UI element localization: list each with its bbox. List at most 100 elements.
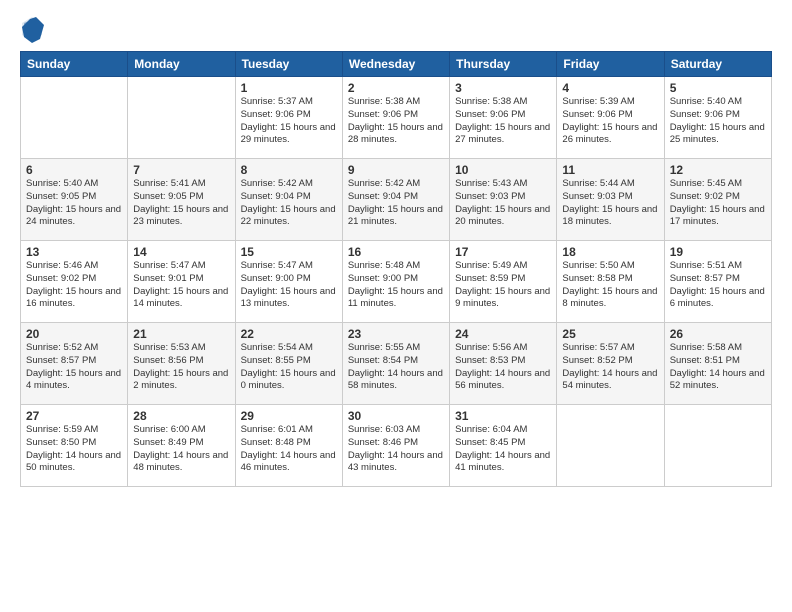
day-number: 6 (26, 163, 122, 177)
day-number: 11 (562, 163, 658, 177)
day-number: 8 (241, 163, 337, 177)
calendar-day-cell: 28Sunrise: 6:00 AM Sunset: 8:49 PM Dayli… (128, 405, 235, 487)
day-number: 3 (455, 81, 551, 95)
day-detail: Sunrise: 5:55 AM Sunset: 8:54 PM Dayligh… (348, 342, 444, 393)
calendar-day-cell: 18Sunrise: 5:50 AM Sunset: 8:58 PM Dayli… (557, 241, 664, 323)
day-number: 5 (670, 81, 766, 95)
header (20, 15, 772, 43)
day-detail: Sunrise: 5:43 AM Sunset: 9:03 PM Dayligh… (455, 178, 551, 229)
calendar-week-row: 27Sunrise: 5:59 AM Sunset: 8:50 PM Dayli… (21, 405, 772, 487)
day-detail: Sunrise: 5:57 AM Sunset: 8:52 PM Dayligh… (562, 342, 658, 393)
day-detail: Sunrise: 6:04 AM Sunset: 8:45 PM Dayligh… (455, 424, 551, 475)
calendar: SundayMondayTuesdayWednesdayThursdayFrid… (20, 51, 772, 487)
calendar-header-row: SundayMondayTuesdayWednesdayThursdayFrid… (21, 52, 772, 77)
day-number: 20 (26, 327, 122, 341)
day-detail: Sunrise: 5:49 AM Sunset: 8:59 PM Dayligh… (455, 260, 551, 311)
calendar-day-cell: 30Sunrise: 6:03 AM Sunset: 8:46 PM Dayli… (342, 405, 449, 487)
day-detail: Sunrise: 6:00 AM Sunset: 8:49 PM Dayligh… (133, 424, 229, 475)
day-of-week-header: Tuesday (235, 52, 342, 77)
day-of-week-header: Wednesday (342, 52, 449, 77)
day-number: 21 (133, 327, 229, 341)
day-number: 19 (670, 245, 766, 259)
calendar-day-cell: 2Sunrise: 5:38 AM Sunset: 9:06 PM Daylig… (342, 77, 449, 159)
calendar-week-row: 20Sunrise: 5:52 AM Sunset: 8:57 PM Dayli… (21, 323, 772, 405)
day-number: 7 (133, 163, 229, 177)
day-number: 15 (241, 245, 337, 259)
day-number: 27 (26, 409, 122, 423)
day-detail: Sunrise: 5:59 AM Sunset: 8:50 PM Dayligh… (26, 424, 122, 475)
logo-icon (20, 15, 44, 43)
day-detail: Sunrise: 5:56 AM Sunset: 8:53 PM Dayligh… (455, 342, 551, 393)
calendar-day-cell: 9Sunrise: 5:42 AM Sunset: 9:04 PM Daylig… (342, 159, 449, 241)
calendar-day-cell: 23Sunrise: 5:55 AM Sunset: 8:54 PM Dayli… (342, 323, 449, 405)
day-number: 28 (133, 409, 229, 423)
day-detail: Sunrise: 5:52 AM Sunset: 8:57 PM Dayligh… (26, 342, 122, 393)
day-number: 30 (348, 409, 444, 423)
calendar-day-cell (21, 77, 128, 159)
calendar-day-cell: 1Sunrise: 5:37 AM Sunset: 9:06 PM Daylig… (235, 77, 342, 159)
day-number: 4 (562, 81, 658, 95)
calendar-day-cell (557, 405, 664, 487)
day-number: 24 (455, 327, 551, 341)
calendar-week-row: 6Sunrise: 5:40 AM Sunset: 9:05 PM Daylig… (21, 159, 772, 241)
day-number: 13 (26, 245, 122, 259)
day-of-week-header: Sunday (21, 52, 128, 77)
day-detail: Sunrise: 5:54 AM Sunset: 8:55 PM Dayligh… (241, 342, 337, 393)
calendar-day-cell: 17Sunrise: 5:49 AM Sunset: 8:59 PM Dayli… (450, 241, 557, 323)
calendar-day-cell: 6Sunrise: 5:40 AM Sunset: 9:05 PM Daylig… (21, 159, 128, 241)
day-number: 26 (670, 327, 766, 341)
calendar-day-cell: 29Sunrise: 6:01 AM Sunset: 8:48 PM Dayli… (235, 405, 342, 487)
day-detail: Sunrise: 5:46 AM Sunset: 9:02 PM Dayligh… (26, 260, 122, 311)
calendar-day-cell: 21Sunrise: 5:53 AM Sunset: 8:56 PM Dayli… (128, 323, 235, 405)
day-number: 25 (562, 327, 658, 341)
day-number: 18 (562, 245, 658, 259)
day-detail: Sunrise: 5:47 AM Sunset: 9:01 PM Dayligh… (133, 260, 229, 311)
day-of-week-header: Friday (557, 52, 664, 77)
logo (20, 15, 48, 43)
calendar-day-cell: 26Sunrise: 5:58 AM Sunset: 8:51 PM Dayli… (664, 323, 771, 405)
day-number: 29 (241, 409, 337, 423)
calendar-day-cell: 24Sunrise: 5:56 AM Sunset: 8:53 PM Dayli… (450, 323, 557, 405)
calendar-day-cell: 8Sunrise: 5:42 AM Sunset: 9:04 PM Daylig… (235, 159, 342, 241)
day-number: 9 (348, 163, 444, 177)
day-number: 10 (455, 163, 551, 177)
calendar-day-cell: 27Sunrise: 5:59 AM Sunset: 8:50 PM Dayli… (21, 405, 128, 487)
page: SundayMondayTuesdayWednesdayThursdayFrid… (0, 0, 792, 612)
day-detail: Sunrise: 5:45 AM Sunset: 9:02 PM Dayligh… (670, 178, 766, 229)
day-number: 14 (133, 245, 229, 259)
calendar-day-cell: 19Sunrise: 5:51 AM Sunset: 8:57 PM Dayli… (664, 241, 771, 323)
calendar-day-cell: 25Sunrise: 5:57 AM Sunset: 8:52 PM Dayli… (557, 323, 664, 405)
day-detail: Sunrise: 5:40 AM Sunset: 9:06 PM Dayligh… (670, 96, 766, 147)
day-number: 2 (348, 81, 444, 95)
day-detail: Sunrise: 5:47 AM Sunset: 9:00 PM Dayligh… (241, 260, 337, 311)
day-number: 17 (455, 245, 551, 259)
calendar-week-row: 13Sunrise: 5:46 AM Sunset: 9:02 PM Dayli… (21, 241, 772, 323)
day-detail: Sunrise: 5:58 AM Sunset: 8:51 PM Dayligh… (670, 342, 766, 393)
calendar-day-cell: 15Sunrise: 5:47 AM Sunset: 9:00 PM Dayli… (235, 241, 342, 323)
day-of-week-header: Thursday (450, 52, 557, 77)
day-of-week-header: Monday (128, 52, 235, 77)
day-detail: Sunrise: 5:42 AM Sunset: 9:04 PM Dayligh… (241, 178, 337, 229)
day-detail: Sunrise: 5:40 AM Sunset: 9:05 PM Dayligh… (26, 178, 122, 229)
day-number: 16 (348, 245, 444, 259)
calendar-day-cell: 22Sunrise: 5:54 AM Sunset: 8:55 PM Dayli… (235, 323, 342, 405)
day-number: 31 (455, 409, 551, 423)
calendar-day-cell: 3Sunrise: 5:38 AM Sunset: 9:06 PM Daylig… (450, 77, 557, 159)
calendar-day-cell: 4Sunrise: 5:39 AM Sunset: 9:06 PM Daylig… (557, 77, 664, 159)
calendar-day-cell: 14Sunrise: 5:47 AM Sunset: 9:01 PM Dayli… (128, 241, 235, 323)
calendar-day-cell: 20Sunrise: 5:52 AM Sunset: 8:57 PM Dayli… (21, 323, 128, 405)
calendar-day-cell: 11Sunrise: 5:44 AM Sunset: 9:03 PM Dayli… (557, 159, 664, 241)
calendar-day-cell: 13Sunrise: 5:46 AM Sunset: 9:02 PM Dayli… (21, 241, 128, 323)
day-detail: Sunrise: 5:44 AM Sunset: 9:03 PM Dayligh… (562, 178, 658, 229)
calendar-day-cell: 5Sunrise: 5:40 AM Sunset: 9:06 PM Daylig… (664, 77, 771, 159)
calendar-day-cell: 12Sunrise: 5:45 AM Sunset: 9:02 PM Dayli… (664, 159, 771, 241)
day-number: 12 (670, 163, 766, 177)
day-number: 1 (241, 81, 337, 95)
calendar-day-cell (128, 77, 235, 159)
day-detail: Sunrise: 5:42 AM Sunset: 9:04 PM Dayligh… (348, 178, 444, 229)
day-detail: Sunrise: 5:37 AM Sunset: 9:06 PM Dayligh… (241, 96, 337, 147)
calendar-day-cell: 16Sunrise: 5:48 AM Sunset: 9:00 PM Dayli… (342, 241, 449, 323)
day-number: 23 (348, 327, 444, 341)
day-detail: Sunrise: 6:03 AM Sunset: 8:46 PM Dayligh… (348, 424, 444, 475)
day-detail: Sunrise: 5:38 AM Sunset: 9:06 PM Dayligh… (348, 96, 444, 147)
